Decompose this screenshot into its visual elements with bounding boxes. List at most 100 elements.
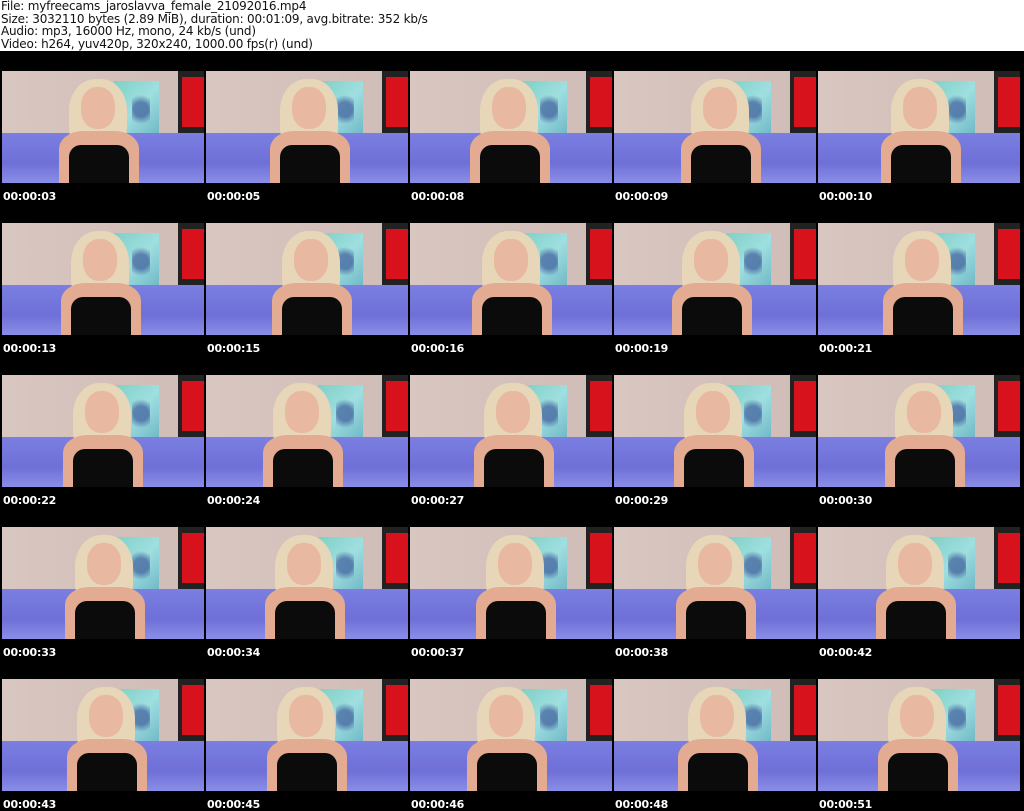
timestamp: 00:00:33 <box>3 646 57 659</box>
timestamp: 00:00:46 <box>411 798 465 811</box>
timestamp: 00:00:51 <box>819 798 873 811</box>
face <box>492 87 526 129</box>
face <box>89 695 123 737</box>
thumbnail-cell: 00:00:08 <box>410 51 612 203</box>
thumbnail-cell: 00:00:33 <box>2 507 204 659</box>
face <box>694 239 728 281</box>
timestamp: 00:00:16 <box>411 342 465 355</box>
person <box>818 527 1016 639</box>
video-info: Video: h264, yuv420p, 320x240, 1000.00 f… <box>1 36 313 51</box>
thumbnail-cell: 00:00:30 <box>818 355 1020 507</box>
thumbnail-cell: 00:00:51 <box>818 659 1020 811</box>
black-top <box>77 753 137 791</box>
video-frame-thumbnail <box>410 223 612 335</box>
video-frame-thumbnail <box>410 375 612 487</box>
thumbnail-cell: 00:00:05 <box>206 51 408 203</box>
video-frame-thumbnail <box>206 527 408 639</box>
timestamp: 00:00:03 <box>3 190 57 203</box>
video-frame-thumbnail <box>206 71 408 183</box>
black-top <box>480 145 540 183</box>
timestamp: 00:00:15 <box>207 342 261 355</box>
face <box>900 695 934 737</box>
video-frame-thumbnail <box>2 679 204 791</box>
video-frame-thumbnail <box>410 71 612 183</box>
face <box>292 87 326 129</box>
face <box>498 543 532 585</box>
black-top <box>684 449 744 487</box>
person <box>819 71 1020 183</box>
audio-info: Audio: mp3, 16000 Hz, mono, 24 kb/s (und… <box>1 24 256 38</box>
thumbnail-cell: 00:00:16 <box>410 203 612 355</box>
timestamp: 00:00:10 <box>819 190 873 203</box>
person <box>614 375 814 487</box>
black-top <box>893 297 953 335</box>
face <box>285 391 319 433</box>
black-top <box>486 601 546 639</box>
face <box>907 391 941 433</box>
face <box>496 391 530 433</box>
video-frame-thumbnail <box>614 71 816 183</box>
thumbnail-cell: 00:00:34 <box>206 507 408 659</box>
video-frame-thumbnail <box>206 223 408 335</box>
person <box>206 527 405 639</box>
person <box>823 375 1020 487</box>
timestamp: 00:00:42 <box>819 646 873 659</box>
black-top <box>477 753 537 791</box>
person <box>410 71 610 183</box>
black-top <box>688 753 748 791</box>
person <box>614 223 812 335</box>
face <box>698 543 732 585</box>
face <box>289 695 323 737</box>
person <box>616 679 816 791</box>
black-top <box>275 601 335 639</box>
timestamp: 00:00:13 <box>3 342 57 355</box>
thumbnail-cell: 00:00:46 <box>410 659 612 811</box>
thumbnail-grid: 00:00:03 00:00:05 00:00:08 00:00:09 00:00:10… <box>0 51 1024 811</box>
timestamp: 00:00:24 <box>207 494 261 507</box>
timestamp: 00:00:19 <box>615 342 669 355</box>
black-top <box>73 449 133 487</box>
timestamp: 00:00:22 <box>3 494 57 507</box>
timestamp: 00:00:05 <box>207 190 261 203</box>
thumbnail-cell: 00:00:42 <box>818 507 1020 659</box>
person <box>412 375 612 487</box>
person <box>3 527 204 639</box>
black-top <box>682 297 742 335</box>
black-top <box>886 601 946 639</box>
video-frame-thumbnail <box>818 71 1020 183</box>
person <box>2 223 201 335</box>
video-frame-thumbnail <box>614 527 816 639</box>
person <box>206 375 403 487</box>
thumbnail-cell: 00:00:43 <box>2 659 204 811</box>
face <box>700 695 734 737</box>
face <box>287 543 321 585</box>
person <box>410 223 612 335</box>
person <box>206 679 407 791</box>
thumbnail-cell: 00:00:13 <box>2 203 204 355</box>
timestamp: 00:00:30 <box>819 494 873 507</box>
video-frame-thumbnail <box>410 679 612 791</box>
thumbnail-cell: 00:00:29 <box>614 355 816 507</box>
black-top <box>895 449 955 487</box>
face <box>905 239 939 281</box>
face <box>294 239 328 281</box>
black-top <box>686 601 746 639</box>
face <box>83 239 117 281</box>
video-frame-thumbnail <box>2 71 204 183</box>
video-frame-thumbnail <box>818 679 1020 791</box>
timestamp: 00:00:38 <box>615 646 669 659</box>
thumbnail-cell: 00:00:09 <box>614 51 816 203</box>
person <box>2 71 199 183</box>
timestamp: 00:00:27 <box>411 494 465 507</box>
video-frame-thumbnail <box>818 375 1020 487</box>
face <box>903 87 937 129</box>
thumbnail-cell: 00:00:38 <box>614 507 816 659</box>
thumbnail-cell: 00:00:10 <box>818 51 1020 203</box>
timestamp: 00:00:21 <box>819 342 873 355</box>
black-top <box>484 449 544 487</box>
timestamp: 00:00:48 <box>615 798 669 811</box>
face <box>703 87 737 129</box>
face <box>489 695 523 737</box>
thumbnail-cell: 00:00:19 <box>614 203 816 355</box>
person <box>410 679 607 791</box>
